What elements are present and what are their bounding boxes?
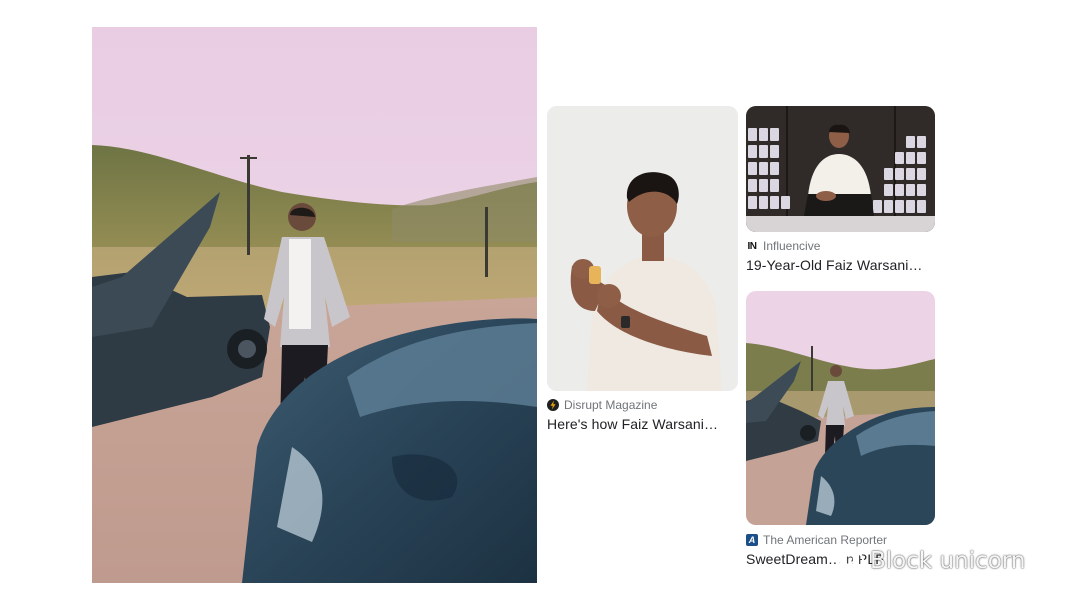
main-image[interactable]: [92, 27, 537, 583]
source-name: Disrupt Magazine: [564, 398, 658, 412]
result-thumbnail-3[interactable]: [746, 291, 935, 525]
a-logo-icon: A: [746, 534, 758, 546]
lightning-bolt-icon: [547, 399, 559, 411]
result-thumbnail-2[interactable]: [746, 106, 935, 232]
in-logo-icon: IN: [747, 240, 758, 252]
result-source-2[interactable]: IN Influencive: [746, 239, 821, 253]
result-thumbnail-1[interactable]: [547, 106, 738, 391]
source-name: Influencive: [763, 239, 821, 253]
result-title-2[interactable]: 19-Year-Old Faiz Warsani…: [746, 257, 931, 273]
man-with-cars-photo-icon: [746, 291, 935, 525]
portrait-photo-icon: [547, 106, 738, 391]
result-source-1[interactable]: Disrupt Magazine: [547, 398, 657, 412]
source-name: The American Reporter: [763, 533, 888, 547]
portrait-with-cans-photo-icon: [746, 106, 935, 232]
result-source-3[interactable]: A The American Reporter: [746, 533, 887, 547]
hero-photo-icon: [92, 27, 537, 583]
result-title-3[interactable]: SweetDream… n PLF: [746, 551, 911, 567]
result-title-1[interactable]: Here's how Faiz Warsani…: [547, 416, 732, 432]
